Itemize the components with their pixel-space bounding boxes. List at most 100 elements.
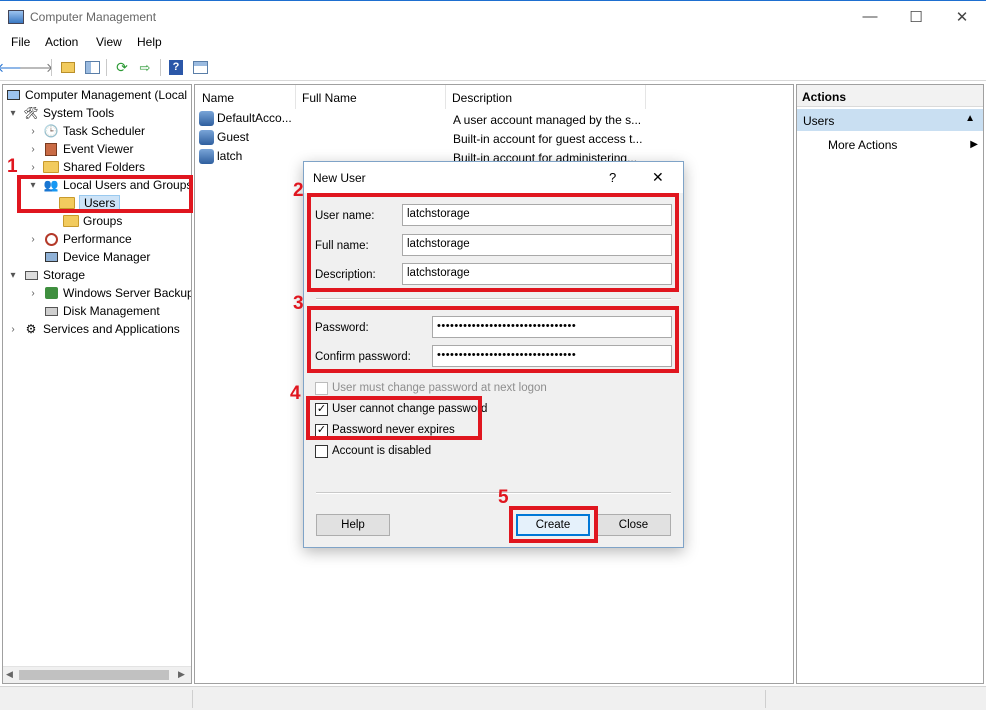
help-question-icon[interactable]: ? [609, 170, 616, 185]
show-hide-tree-icon[interactable] [82, 58, 102, 77]
status-bar [0, 686, 986, 710]
annotation-box-4 [306, 396, 482, 440]
chevron-right-icon[interactable]: › [7, 324, 19, 335]
up-folder-icon[interactable] [58, 58, 78, 77]
tree-item-task-scheduler[interactable]: › 🕒 Task Scheduler [27, 122, 145, 140]
column-header-description[interactable]: Description [445, 85, 645, 109]
chevron-right-icon[interactable]: › [27, 126, 39, 137]
dialog-close-icon[interactable]: ✕ [652, 169, 664, 186]
chevron-right-icon[interactable]: › [27, 288, 39, 299]
annotation-number-5: 5 [498, 487, 509, 508]
tree-item-services-applications[interactable]: › ⚙ Services and Applications [7, 320, 180, 338]
tree-item-windows-server-backup[interactable]: › Windows Server Backup [27, 284, 191, 302]
actions-title: Actions [797, 85, 983, 107]
checkbox-label: Account is disabled [332, 445, 432, 457]
toolbar-separator [106, 59, 107, 76]
refresh-icon[interactable]: ⟳ [112, 58, 132, 77]
column-header-full-name[interactable]: Full Name [295, 85, 445, 109]
backup-icon [43, 286, 59, 301]
tree-horizontal-scrollbar[interactable]: ◀ ▶ [3, 666, 191, 683]
help-icon[interactable]: ? [166, 58, 186, 77]
table-row[interactable]: Guest Built-in account for guest access … [199, 130, 789, 149]
cell-name: DefaultAcco... [217, 111, 292, 125]
annotation-box-1 [17, 175, 193, 213]
column-header-name[interactable]: Name [195, 85, 295, 109]
annotation-number-3: 3 [293, 293, 304, 314]
collapse-up-icon[interactable]: ▲ [965, 113, 975, 124]
clock-icon: 🕒 [43, 124, 59, 138]
tree-item-system-tools[interactable]: ▾ 🛠 System Tools [7, 104, 114, 122]
chevron-right-icon[interactable]: › [27, 162, 39, 173]
help-button[interactable]: Help [316, 514, 390, 536]
actions-section-label: Users [803, 114, 835, 128]
toolbar-separator [160, 59, 161, 76]
checkbox-box[interactable] [315, 381, 328, 395]
dialog-title-bar[interactable]: New User ? ✕ [304, 162, 683, 193]
disk-icon [43, 304, 59, 319]
event-log-icon [43, 142, 59, 157]
table-row[interactable]: DefaultAcco... A user account managed by… [199, 111, 789, 130]
chevron-down-icon[interactable]: ▾ [7, 270, 19, 281]
action-label: More Actions [828, 138, 898, 152]
export-list-icon[interactable]: ⇨ [135, 58, 155, 77]
menu-file[interactable]: File [11, 35, 30, 49]
status-divider [192, 690, 193, 708]
close-window-button[interactable]: ✕ [939, 1, 985, 32]
tree-item-event-viewer[interactable]: › Event Viewer [27, 140, 133, 158]
annotation-number-2: 2 [293, 180, 304, 201]
checkbox-box[interactable] [315, 444, 328, 458]
performance-icon [43, 232, 59, 247]
tree-item-disk-management[interactable]: Disk Management [43, 302, 160, 320]
toolbar: 🡐 🡒 ⟳ ⇨ ? [0, 55, 986, 81]
maximize-button[interactable]: ☐ [893, 1, 939, 32]
chevron-right-icon[interactable]: › [27, 234, 39, 245]
user-account-icon [199, 130, 214, 146]
menu-help[interactable]: Help [137, 35, 162, 49]
tools-icon: 🛠 [23, 106, 39, 120]
storage-icon [23, 268, 39, 283]
must-change-password-checkbox[interactable]: User must change password at next logon [315, 380, 547, 396]
menu-view[interactable]: View [96, 35, 122, 49]
tree-item-label: Disk Management [63, 304, 160, 318]
properties-view-icon[interactable] [190, 58, 210, 77]
device-manager-icon [43, 250, 59, 265]
cell-name: latch [217, 149, 243, 163]
cell-description: Built-in account for guest access t... [453, 132, 643, 146]
divider-line [316, 298, 671, 300]
actions-pane: Actions Users ▲ More Actions ▶ [796, 84, 984, 684]
chevron-down-icon[interactable]: ▾ [7, 108, 19, 119]
tree-item-label: Computer Management (Local [25, 88, 188, 102]
tree-item-storage[interactable]: ▾ Storage [7, 266, 85, 284]
annotation-box-3 [307, 306, 679, 373]
title-bar[interactable]: Computer Management — ☐ ✕ [0, 0, 986, 32]
scroll-right-icon[interactable]: ▶ [178, 669, 185, 680]
scroll-left-icon[interactable]: ◀ [6, 669, 13, 680]
tree-item-label: Performance [63, 232, 132, 246]
user-account-icon [199, 111, 214, 127]
annotation-number-1: 1 [7, 156, 18, 177]
tree-item-groups[interactable]: Groups [63, 212, 122, 230]
action-more-actions[interactable]: More Actions ▶ [828, 138, 978, 152]
scrollbar-thumb[interactable] [19, 670, 169, 680]
tree-item-shared-folders[interactable]: › Shared Folders [27, 158, 145, 176]
tree-item-performance[interactable]: › Performance [27, 230, 132, 248]
menu-action[interactable]: Action [45, 35, 78, 49]
checkbox-label: User must change password at next logon [332, 382, 547, 394]
dialog-title: New User [313, 171, 366, 185]
computer-icon [5, 88, 21, 103]
tree-item-label: Groups [83, 214, 123, 228]
tree-item-label: Event Viewer [63, 142, 134, 156]
close-button[interactable]: Close [596, 514, 671, 536]
tree-item-label: Services and Applications [43, 322, 180, 336]
tree-item-computer-management[interactable]: Computer Management (Local [5, 86, 187, 104]
account-disabled-checkbox[interactable]: Account is disabled [315, 443, 431, 459]
tree-item-device-manager[interactable]: Device Manager [43, 248, 150, 266]
forward-arrow-icon[interactable]: 🡒 [19, 58, 54, 77]
submenu-arrow-icon: ▶ [970, 139, 978, 150]
services-icon: ⚙ [25, 322, 37, 336]
toolbar-separator [51, 59, 52, 76]
minimize-button[interactable]: — [847, 1, 893, 32]
actions-section-users[interactable]: Users ▲ [797, 109, 983, 131]
column-divider[interactable] [645, 85, 646, 109]
chevron-right-icon[interactable]: › [27, 144, 39, 155]
